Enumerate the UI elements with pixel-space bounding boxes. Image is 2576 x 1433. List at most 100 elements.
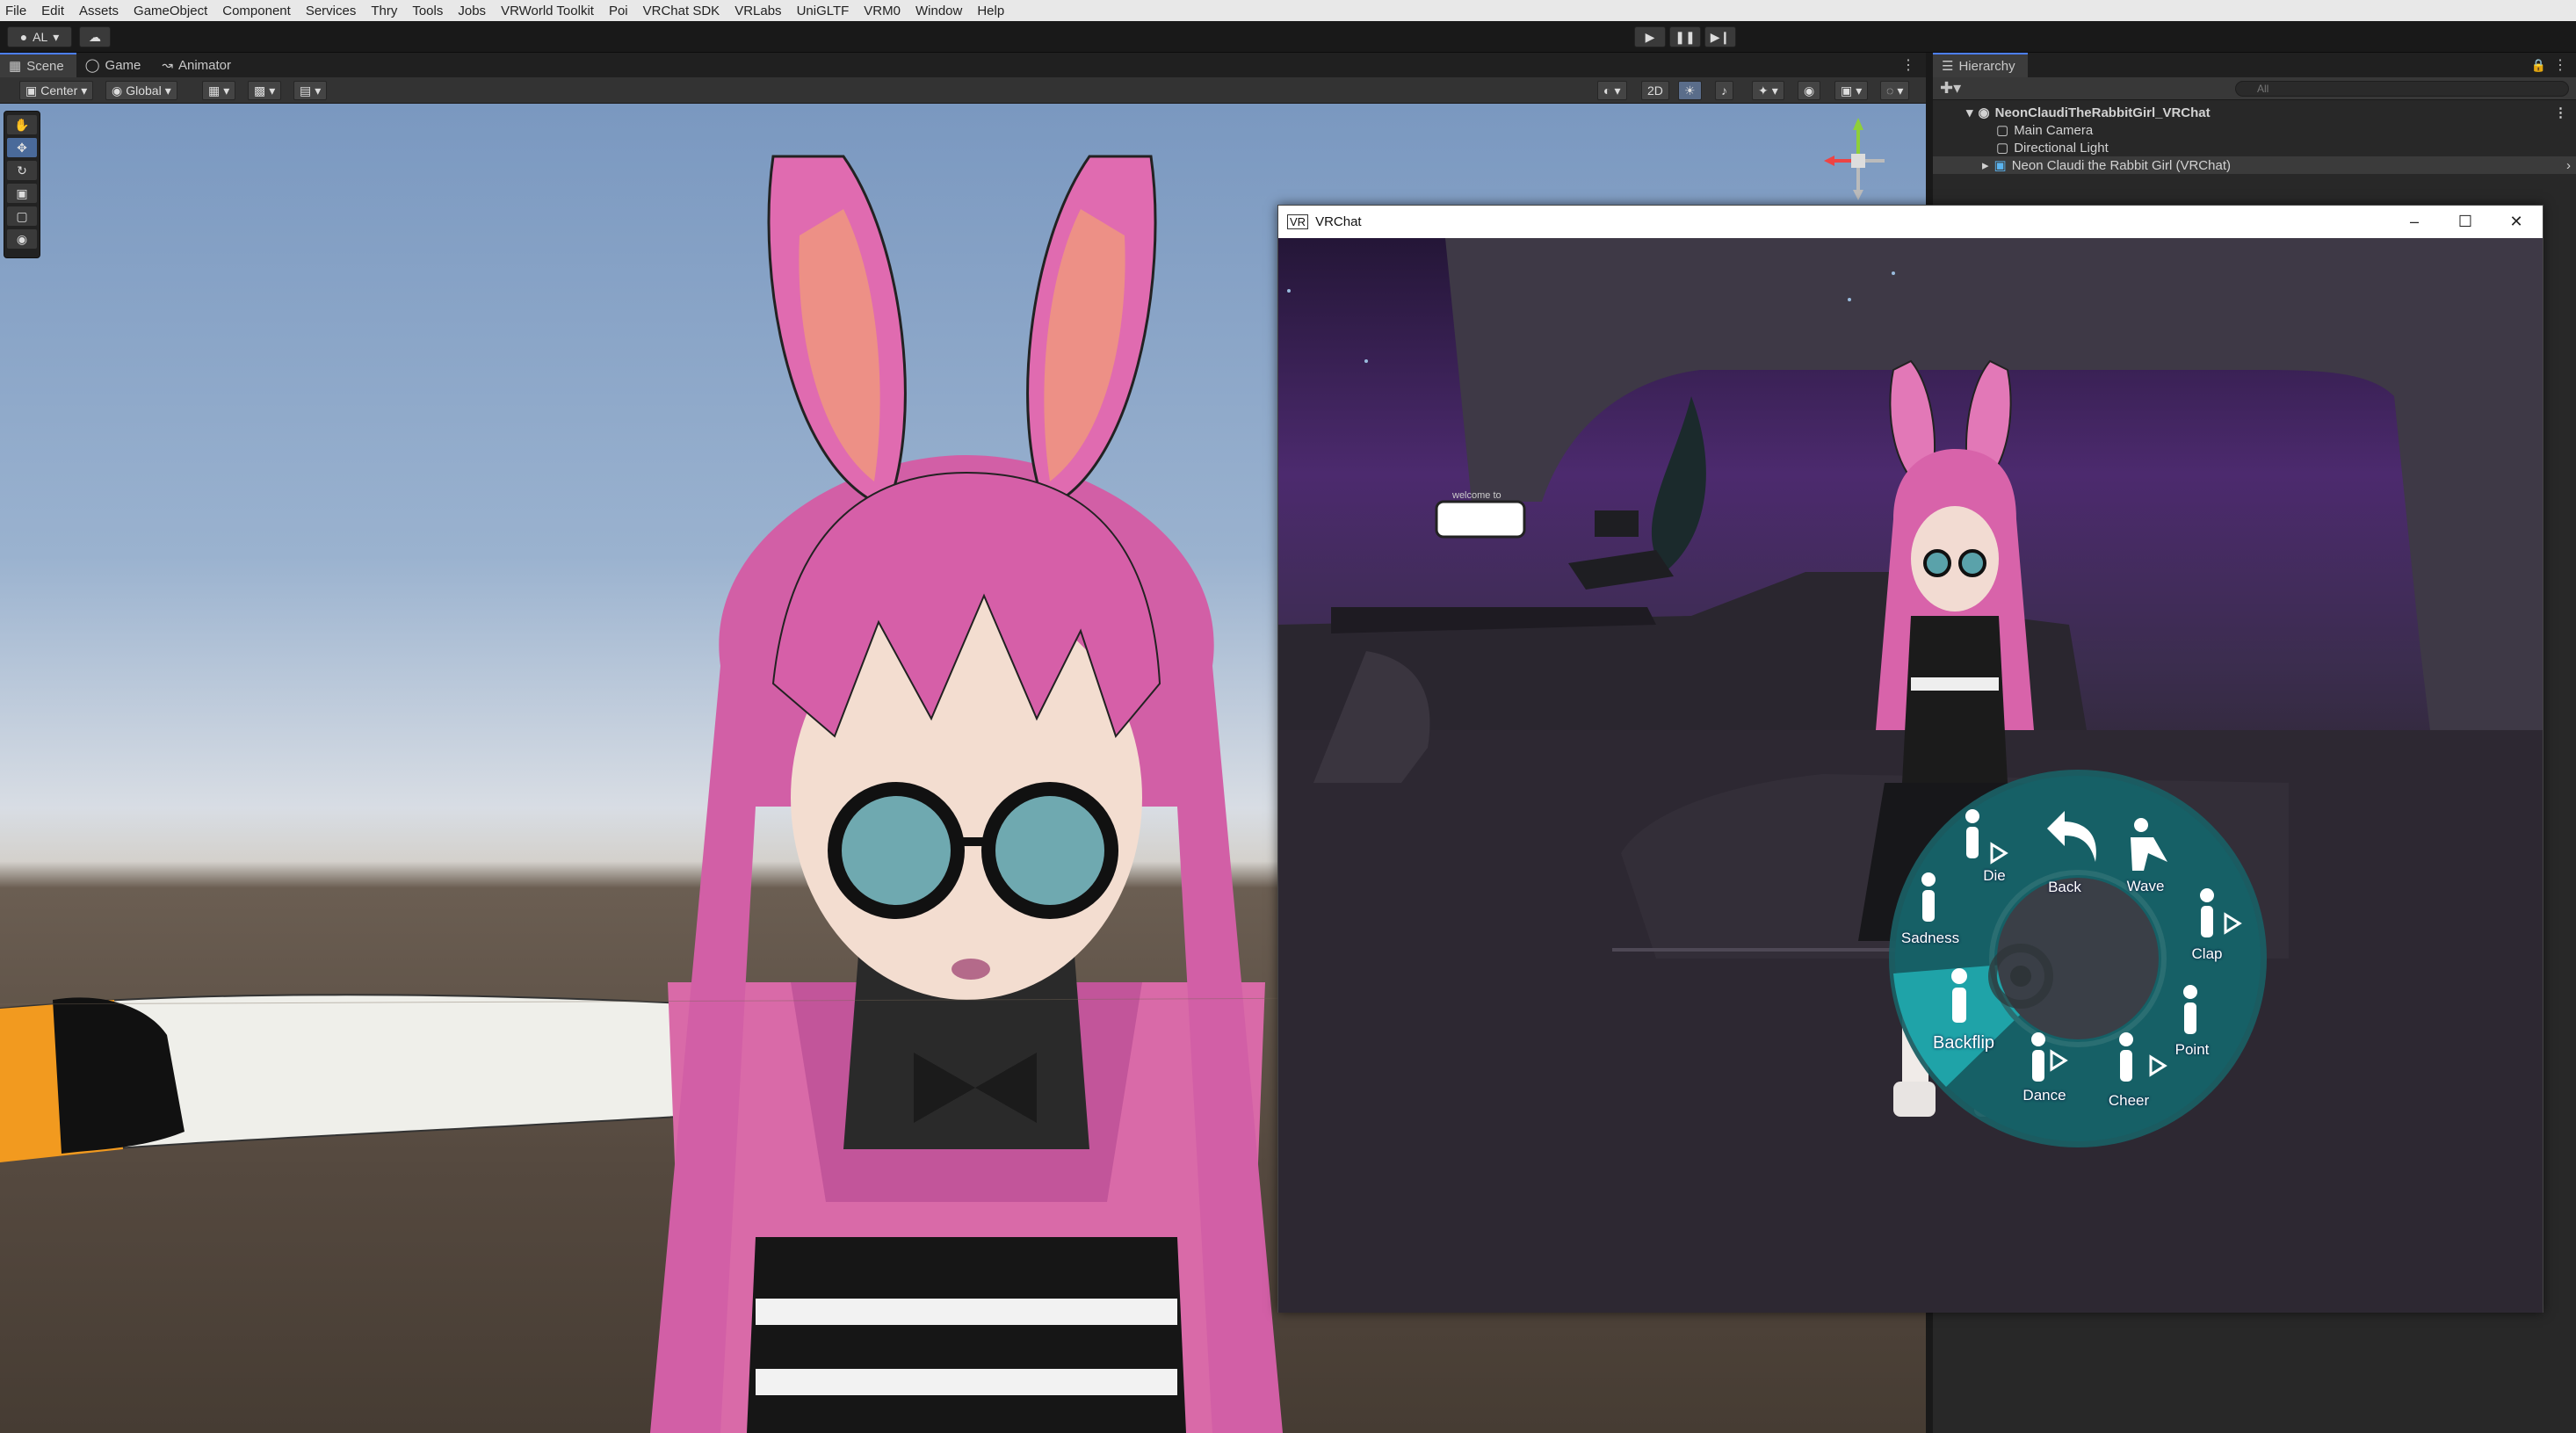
gamepad-icon: ◯ (84, 58, 100, 73)
menu-item-window[interactable]: Window (915, 4, 962, 18)
chevron-down-icon: ▾ (53, 29, 60, 44)
action-item-wave[interactable]: Wave (2097, 878, 2194, 895)
chevron-down-icon: ▾ (223, 83, 230, 98)
transform-icon: ◉ (16, 231, 28, 246)
point-icon (2184, 1002, 2196, 1034)
menu-item-gameobject[interactable]: GameObject (134, 4, 207, 18)
lighting-toggle[interactable]: ☀ (1678, 81, 1702, 100)
orientation-gizmo[interactable] (1810, 112, 1907, 209)
clap-icon (2201, 906, 2213, 937)
draw-mode-dropdown[interactable]: ◐ ▾ (1597, 81, 1627, 100)
grid-snap-dropdown[interactable]: ▦ ▾ (202, 81, 236, 100)
hierarchy-item-directional-light[interactable]: ▢ Directional Light (1933, 139, 2576, 156)
menu-item-services[interactable]: Services (306, 4, 357, 18)
chevron-right-icon[interactable]: › (2566, 158, 2571, 173)
menu-item-help[interactable]: Help (977, 4, 1004, 18)
chevron-down-icon: ▾ (315, 83, 322, 98)
maximize-button[interactable]: ☐ (2439, 206, 2492, 238)
action-item-point[interactable]: Point (2144, 1041, 2240, 1059)
account-dropdown[interactable]: ● AL ▾ (7, 26, 72, 47)
action-item-dance[interactable]: Dance (1996, 1087, 2093, 1104)
audio-toggle[interactable]: ♪ (1715, 81, 1733, 100)
pause-button[interactable]: ❚❚ (1669, 26, 1701, 47)
ruler-dropdown[interactable]: ▤ ▾ (293, 81, 328, 100)
close-button[interactable]: ✕ (2490, 206, 2543, 238)
pause-icon: ❚❚ (1675, 29, 1696, 44)
tab-game[interactable]: ◯ Game (76, 53, 154, 77)
action-item-die[interactable]: Die (1946, 867, 2043, 885)
camera-dropdown[interactable]: ▣ ▾ (1834, 81, 1869, 100)
hierarchy-search-input[interactable] (2235, 80, 2569, 97)
snap-increment-dropdown[interactable]: ▩ ▾ (248, 81, 282, 100)
globe-icon: ◉ (112, 83, 123, 98)
tab-scene[interactable]: ▦ Scene (0, 53, 76, 77)
transform-tool-button[interactable]: ◉ (7, 229, 37, 249)
scale-tool-button[interactable]: ▣ (7, 184, 37, 203)
more-options-icon[interactable]: ⋮ (1901, 56, 1915, 74)
tab-animator[interactable]: ↝ Animator (153, 53, 243, 77)
action-item-backflip[interactable]: Backflip (1915, 1033, 2012, 1053)
tab-hierarchy[interactable]: ☰ Hierarchy (1933, 53, 2028, 77)
menu-item-unigltf[interactable]: UniGLTF (797, 4, 850, 18)
vrchat-window-title: VRChat (1315, 214, 1362, 229)
cloud-button[interactable]: ☁ (79, 26, 111, 47)
action-item-clap[interactable]: Clap (2159, 945, 2255, 963)
menu-item-jobs[interactable]: Jobs (458, 4, 486, 18)
gameobject-icon: ▢ (1996, 123, 2009, 138)
pivot-mode-dropdown[interactable]: ▣ Center ▾ (19, 81, 94, 100)
expand-arrow-icon: ▾ (1966, 105, 1973, 120)
die-icon (1966, 827, 1979, 858)
pivot-rotation-dropdown[interactable]: ◉ Global ▾ (105, 81, 177, 100)
world-sign-text: welcome to (1452, 490, 1501, 501)
menu-item-assets[interactable]: Assets (79, 4, 119, 18)
chevron-down-icon: ▾ (164, 83, 171, 98)
pivot-icon: ▣ (25, 83, 38, 98)
hidden-objects-toggle[interactable]: ◉ (1798, 81, 1821, 100)
menu-item-component[interactable]: Component (222, 4, 291, 18)
lightbulb-icon: ☀ (1684, 83, 1696, 98)
more-options-icon[interactable]: ⋮ (2553, 56, 2567, 74)
minimize-button[interactable]: – (2388, 206, 2441, 238)
vrchat-game-view[interactable]: welcome to Back Wave Clap Point Cheer Da… (1278, 238, 2543, 1313)
step-button[interactable]: ▶❙ (1704, 26, 1736, 47)
menu-item-vrlabs[interactable]: VRLabs (734, 4, 781, 18)
gizmos-dropdown[interactable]: ◌ ▾ (1880, 81, 1910, 100)
list-icon: ☰ (1942, 59, 1954, 74)
camera-icon: ▣ (1841, 83, 1853, 98)
action-item-sadness[interactable]: Sadness (1882, 930, 1979, 947)
chevron-down-icon: ▾ (1771, 83, 1778, 98)
menu-item-poi[interactable]: Poi (609, 4, 628, 18)
menu-item-edit[interactable]: Edit (41, 4, 64, 18)
prefab-icon: ▣ (1994, 158, 2007, 173)
menu-item-file[interactable]: File (5, 4, 26, 18)
eye-slash-icon: ◉ (1804, 83, 1815, 98)
menu-item-vrworld-toolkit[interactable]: VRWorld Toolkit (501, 4, 594, 18)
rect-tool-button[interactable]: ▢ (7, 206, 37, 226)
ruler-icon: ▤ (300, 83, 312, 98)
transform-tool-strip: ✋ ✥ ↻ ▣ ▢ ◉ (4, 111, 40, 258)
vrchat-title-bar[interactable]: VR VRChat – ☐ ✕ (1278, 206, 2543, 238)
menu-item-tools[interactable]: Tools (412, 4, 443, 18)
menu-item-thry[interactable]: Thry (371, 4, 397, 18)
move-icon: ✥ (17, 140, 27, 155)
action-item-cheer[interactable]: Cheer (2080, 1092, 2177, 1110)
toggle-2d-button[interactable]: 2D (1641, 81, 1669, 100)
menu-item-vrm0[interactable]: VRM0 (864, 4, 901, 18)
hierarchy-item-avatar[interactable]: ▸ ▣ Neon Claudi the Rabbit Girl (VRChat)… (1933, 156, 2576, 174)
hierarchy-scene-root[interactable]: ▾ ◉ NeonClaudiTheRabbitGirl_VRChat ⋮ (1933, 104, 2576, 121)
shading-icon: ◐ (1603, 83, 1611, 98)
more-options-icon[interactable]: ⋮ (2554, 105, 2567, 120)
rotate-tool-button[interactable]: ↻ (7, 161, 37, 180)
menu-item-vrchat-sdk[interactable]: VRChat SDK (643, 4, 720, 18)
hierarchy-item-main-camera[interactable]: ▢ Main Camera (1933, 121, 2576, 139)
hand-tool-button[interactable]: ✋ (7, 115, 37, 134)
effects-dropdown[interactable]: ✦ ▾ (1752, 81, 1784, 100)
lock-icon[interactable]: 🔒 (2531, 58, 2546, 73)
vrchat-world-scene (1278, 238, 2543, 1313)
account-label: AL (33, 30, 48, 44)
add-object-button[interactable]: ✚▾ (1940, 79, 1961, 98)
play-button[interactable]: ▶ (1634, 26, 1666, 47)
scene-grid-icon: ▦ (9, 59, 22, 74)
step-icon: ▶❙ (1710, 29, 1731, 44)
move-tool-button[interactable]: ✥ (7, 138, 37, 157)
